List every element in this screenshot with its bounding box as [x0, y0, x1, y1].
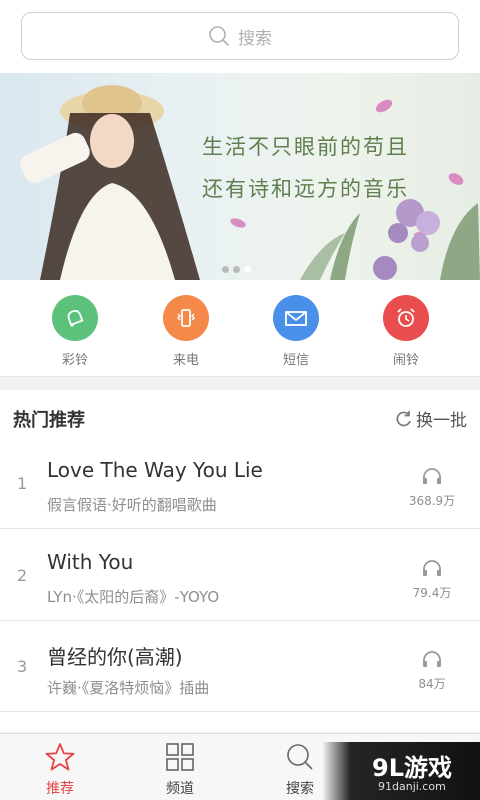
banner-pagination	[222, 266, 251, 273]
song-row[interactable]: 3 曾经的你(高潮) 许巍·《夏洛特烦恼》插曲 84万	[0, 621, 480, 712]
watermark-logo-text: 9L游戏	[372, 754, 452, 782]
star-icon	[45, 743, 75, 771]
tab-label: 频道	[166, 781, 194, 797]
search-placeholder: 搜索	[238, 28, 272, 49]
play-count: 368.9万	[402, 466, 462, 509]
search-input[interactable]: 搜索	[21, 12, 459, 60]
search-bar-area: 搜索	[0, 0, 480, 73]
envelope-icon	[273, 295, 319, 341]
watermark-site-text: 91danji.com	[378, 780, 446, 793]
banner-dot[interactable]	[222, 266, 229, 273]
quick-links: 彩铃 来电 短信 闹铃	[0, 280, 480, 377]
quick-link-sms[interactable]: 短信	[261, 295, 331, 368]
quick-link-label: 短信	[282, 353, 309, 368]
play-count-value: 368.9万	[408, 494, 456, 508]
play-count: 84万	[402, 649, 462, 692]
headphones-icon	[423, 651, 441, 667]
quick-link-alarm[interactable]: 闹铃	[371, 295, 441, 368]
song-subtitle: 许巍·《夏洛特烦恼》插曲	[47, 679, 210, 697]
headphones-icon	[423, 468, 441, 484]
refresh-icon	[396, 410, 411, 426]
quick-link-label: 彩铃	[61, 353, 88, 368]
play-count: 79.4万	[402, 558, 462, 601]
song-row[interactable]: 2 With You LYn·《太阳的后裔》-YOYO 79.4万	[0, 530, 480, 621]
site-watermark: 9L游戏 91danji.com	[322, 742, 480, 800]
tab-channels[interactable]: 频道	[140, 742, 220, 798]
play-count-value: 84万	[418, 677, 446, 691]
song-title: Love The Way You Lie	[47, 458, 263, 482]
banner-line-1: 生活不只眼前的苟且	[202, 135, 409, 159]
song-subtitle: 假言假语·好听的翻唱歌曲	[47, 496, 217, 514]
headphones-icon	[423, 560, 441, 576]
refresh-label: 换一批	[416, 411, 467, 431]
quick-link-ringback[interactable]: 彩铃	[40, 295, 110, 368]
section-title: 热门推荐	[13, 410, 85, 431]
banner-dot[interactable]	[233, 266, 240, 273]
song-rank: 1	[17, 474, 28, 493]
song-title: With You	[47, 550, 134, 574]
banner-dot-active[interactable]	[244, 266, 251, 273]
song-rank: 3	[17, 657, 28, 676]
phone-vibrate-icon	[163, 295, 209, 341]
search-icon	[287, 744, 313, 770]
play-count-value: 79.4万	[412, 586, 452, 600]
quick-link-label: 闹铃	[392, 353, 419, 368]
song-subtitle: LYn·《太阳的后裔》-YOYO	[47, 588, 220, 606]
refresh-button[interactable]: 换一批	[394, 406, 467, 431]
search-icon	[209, 26, 230, 47]
tab-label: 推荐	[46, 781, 74, 797]
promo-banner[interactable]: 生活不只眼前的苟且 还有诗和远方的音乐	[0, 73, 480, 280]
grid-icon	[166, 743, 194, 771]
tab-recommend[interactable]: 推荐	[20, 742, 100, 798]
song-row[interactable]: 1 Love The Way You Lie 假言假语·好听的翻唱歌曲 368.…	[0, 438, 480, 529]
quick-link-ringtone[interactable]: 来电	[151, 295, 221, 368]
quick-link-label: 来电	[172, 353, 199, 368]
song-title: 曾经的你(高潮)	[47, 645, 183, 669]
song-rank: 2	[17, 566, 28, 585]
bell-icon	[52, 295, 98, 341]
hot-recommendations: 热门推荐 换一批 1 Love The Way You Lie 假言假语·好听的…	[0, 390, 480, 732]
section-header: 热门推荐 换一批	[0, 390, 480, 444]
alarm-clock-icon	[383, 295, 429, 341]
banner-line-2: 还有诗和远方的音乐	[202, 177, 409, 201]
